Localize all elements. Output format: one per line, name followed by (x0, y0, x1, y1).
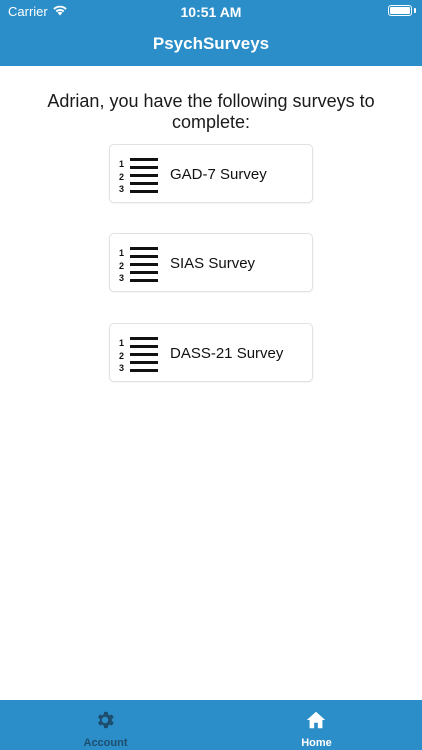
svg-text:2: 2 (119, 351, 124, 361)
numbered-list-icon: 1 2 3 (119, 158, 158, 193)
svg-text:1: 1 (119, 159, 124, 169)
svg-text:3: 3 (119, 273, 124, 282)
svg-text:3: 3 (119, 184, 124, 193)
greeting-text: Adrian, you have the following surveys t… (47, 91, 375, 132)
battery-tip (414, 8, 416, 13)
app-header: Carrier 10:51 AM PsychSurveys (0, 0, 422, 66)
tab-account-label: Account (83, 737, 128, 749)
numbered-list-icon: 1 2 3 (119, 247, 158, 282)
survey-label: GAD-7 Survey (170, 166, 267, 183)
app-title: PsychSurveys (152, 34, 270, 53)
svg-text:3: 3 (119, 363, 124, 372)
survey-card-sias[interactable]: 1 2 3 SIAS Survey (109, 233, 313, 292)
survey-label: DASS-21 Survey (170, 345, 284, 362)
survey-card-gad7[interactable]: 1 2 3 GAD-7 Survey (109, 144, 313, 203)
svg-text:2: 2 (119, 261, 124, 271)
tab-bar: Account Home (0, 700, 422, 750)
svg-text:1: 1 (119, 338, 124, 348)
numbered-list-icon: 1 2 3 (119, 337, 158, 372)
tab-home[interactable]: Home (211, 700, 422, 750)
survey-label: SIAS Survey (170, 255, 256, 272)
survey-card-dass21[interactable]: 1 2 3 DASS-21 Survey (109, 323, 313, 382)
tab-home-label: Home (301, 737, 332, 749)
battery-icon (388, 5, 412, 16)
svg-text:2: 2 (119, 172, 124, 182)
home-icon (306, 711, 326, 729)
gear-icon (98, 711, 114, 729)
svg-text:1: 1 (119, 248, 124, 258)
status-clock: 10:51 AM (180, 4, 242, 20)
status-bar: Carrier 10:51 AM (0, 0, 422, 22)
main-content: Adrian, you have the following surveys t… (0, 66, 422, 700)
tab-account[interactable]: Account (0, 700, 211, 750)
